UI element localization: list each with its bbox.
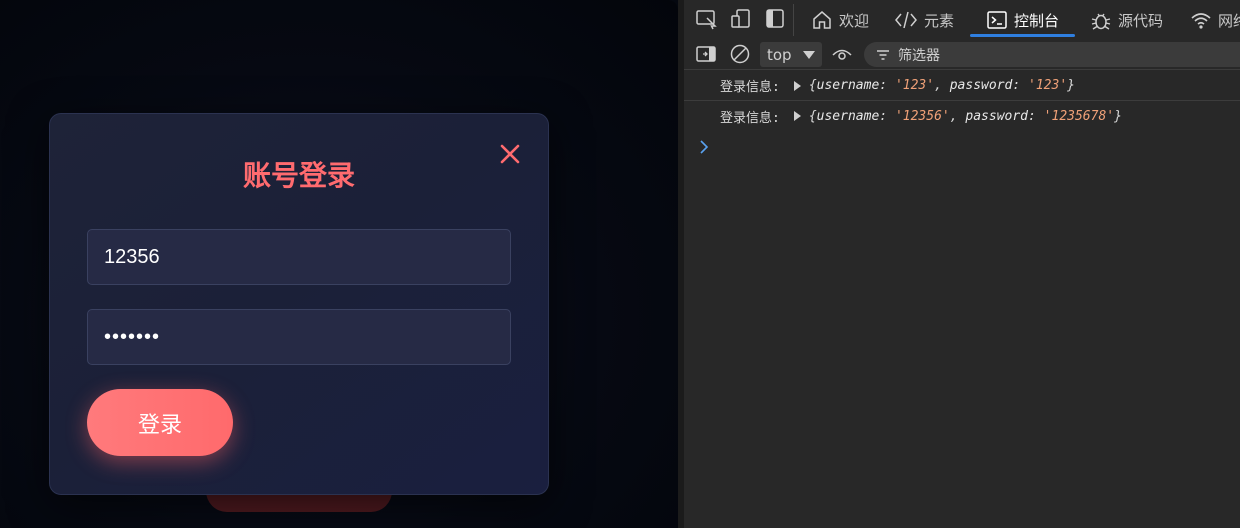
tab-elements[interactable]: 元素 bbox=[894, 0, 954, 40]
devtools-tabbar: 欢迎 元素 控制台 源代码 网 bbox=[684, 0, 1240, 40]
bug-icon bbox=[1091, 13, 1111, 30]
sidebar-toggle-icon[interactable] bbox=[694, 42, 720, 68]
object-key: password bbox=[965, 108, 1029, 124]
login-button[interactable]: 登录 bbox=[87, 389, 233, 456]
expand-triangle-icon[interactable] bbox=[793, 80, 801, 91]
tab-label: 欢迎 bbox=[839, 11, 870, 30]
tab-label: 源代码 bbox=[1118, 11, 1164, 30]
chevron-right-icon bbox=[700, 140, 709, 154]
console-log-row: 登录信息: {username: '123', password: '123'} bbox=[684, 71, 1240, 101]
object-key: username bbox=[816, 108, 880, 124]
clear-console-icon[interactable] bbox=[728, 42, 754, 68]
code-icon bbox=[895, 11, 917, 29]
dock-side-icon[interactable] bbox=[762, 6, 788, 32]
device-toolbar-icon[interactable] bbox=[728, 6, 754, 32]
log-prefix: 登录信息: bbox=[720, 110, 780, 126]
tab-label: 控制台 bbox=[1014, 11, 1060, 30]
tab-label: 元素 bbox=[924, 11, 955, 30]
home-icon bbox=[813, 11, 831, 29]
close-icon bbox=[500, 144, 520, 164]
live-expression-icon[interactable] bbox=[830, 42, 856, 68]
context-label: top bbox=[767, 45, 792, 64]
devtools-panel: 欢迎 元素 控制台 源代码 网 top 筛选器 登录信息: {username:… bbox=[684, 0, 1240, 528]
wifi-icon bbox=[1191, 13, 1211, 29]
object-value: '123' bbox=[894, 78, 935, 93]
username-input[interactable] bbox=[87, 229, 511, 285]
context-select[interactable]: top bbox=[760, 42, 822, 67]
toolbar-separator bbox=[793, 4, 794, 36]
console-prompt[interactable] bbox=[698, 138, 710, 160]
log-object[interactable]: {username: '12356', password: '1235678'} bbox=[809, 109, 1122, 124]
console-log-row: 登录信息: {username: '12356', password: '123… bbox=[684, 101, 1240, 131]
log-prefix: 登录信息: bbox=[720, 80, 780, 95]
tab-sources[interactable]: 源代码 bbox=[1090, 0, 1163, 40]
tab-network[interactable]: 网络 bbox=[1190, 0, 1240, 40]
object-value: '1235678' bbox=[1043, 108, 1115, 124]
console-icon bbox=[987, 11, 1007, 29]
expand-triangle-icon[interactable] bbox=[793, 111, 801, 121]
login-modal: 账号登录 登录 bbox=[49, 113, 549, 495]
tab-label: 网络 bbox=[1218, 11, 1240, 30]
console-output: 登录信息: {username: '123', password: '123'}… bbox=[684, 71, 1240, 131]
object-value: '12356' bbox=[894, 108, 950, 124]
filter-placeholder: 筛选器 bbox=[898, 47, 940, 64]
filter-input[interactable]: 筛选器 bbox=[864, 42, 1240, 67]
app-viewport: 账号登录 登录 bbox=[0, 0, 678, 528]
console-toolbar: top 筛选器 bbox=[684, 40, 1240, 70]
object-value: '123' bbox=[1028, 78, 1068, 93]
log-object[interactable]: {username: '123', password: '123'} bbox=[809, 78, 1075, 93]
inspect-element-icon[interactable] bbox=[694, 6, 720, 32]
close-button[interactable] bbox=[496, 140, 524, 168]
filter-icon bbox=[877, 49, 889, 60]
modal-title: 账号登录 bbox=[242, 159, 355, 192]
object-key: username bbox=[816, 78, 880, 93]
active-tab-indicator bbox=[970, 34, 1075, 37]
object-key: password bbox=[949, 78, 1013, 93]
password-input[interactable] bbox=[87, 309, 511, 365]
dropdown-caret-icon bbox=[803, 51, 815, 59]
tab-welcome[interactable]: 欢迎 bbox=[811, 0, 869, 40]
